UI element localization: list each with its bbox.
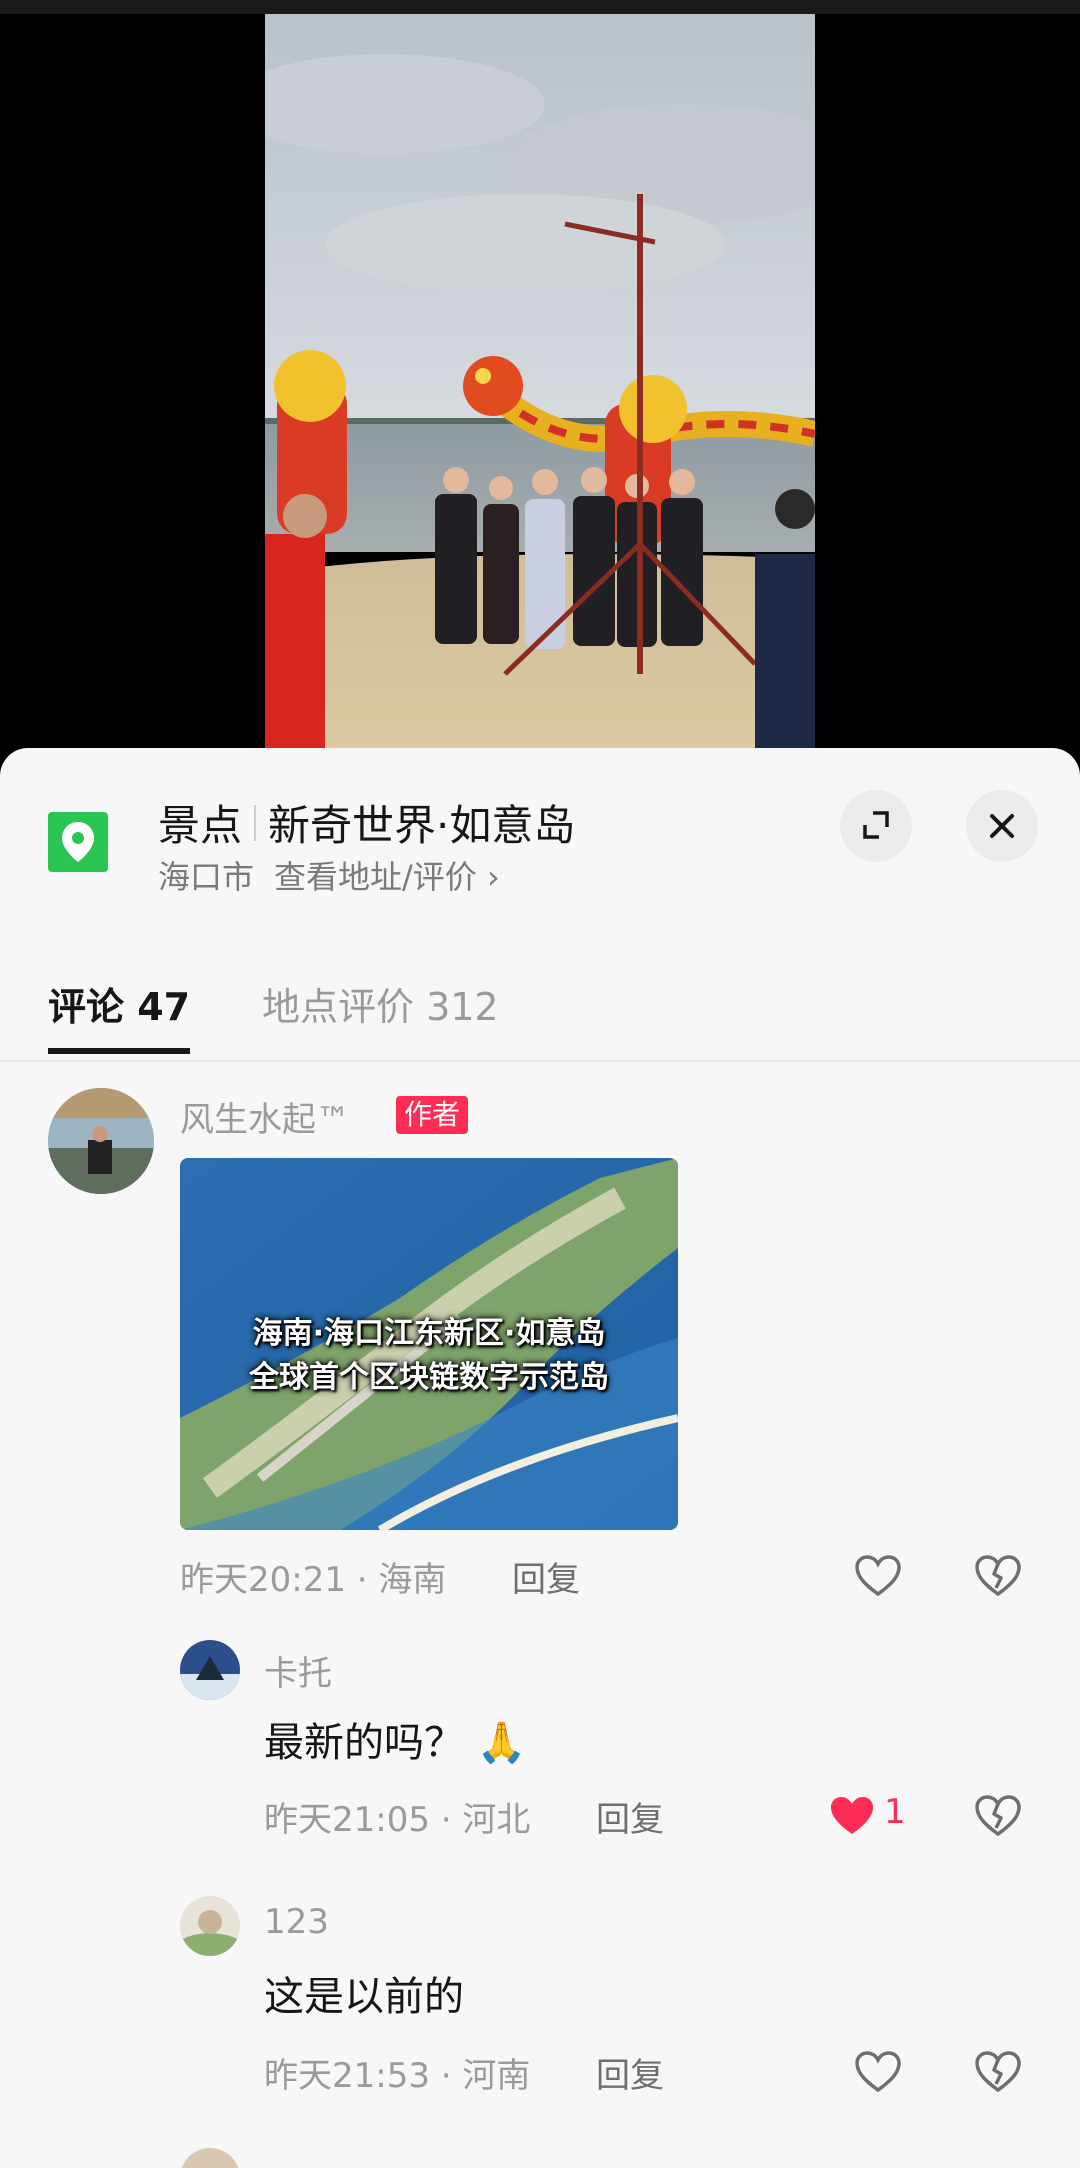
tab-place-reviews[interactable]: 地点评价 312 <box>262 948 499 1058</box>
reply-button[interactable]: 回复 <box>512 1552 580 1601</box>
comment-username[interactable]: 风生水起™ <box>180 1092 350 1141</box>
heart-outline-icon <box>855 2051 901 2093</box>
comment-text: 最新的吗？ 🙏 <box>264 1720 527 1766</box>
heart-outline-icon <box>855 1555 901 1597</box>
heart-filled-icon <box>831 1797 873 1834</box>
place-city: 海口市 <box>158 858 255 896</box>
pray-emoji: 🙏 <box>476 1720 527 1766</box>
comment-text: 这是以前的 <box>264 1974 464 2020</box>
comment-image[interactable]: 海南·海口江东新区·如意岛 全球首个区块链数字示范岛 <box>180 1158 678 1530</box>
title-divider <box>254 804 257 841</box>
comment-meta: 昨天21:53 · 河南 <box>264 2056 531 2096</box>
like-button[interactable] <box>850 1548 906 1604</box>
reply-button[interactable]: 回复 <box>596 2048 664 2097</box>
broken-heart-icon <box>975 1555 1021 1597</box>
comment-meta: 昨天20:21 · 海南 <box>180 1560 447 1600</box>
avatar[interactable] <box>180 1640 240 1700</box>
location-pin-icon <box>48 812 108 872</box>
expand-icon <box>863 811 889 839</box>
reply-button[interactable]: 回复 <box>596 1792 664 1841</box>
image-caption-line-1: 海南·海口江东新区·如意岛 <box>252 1316 606 1351</box>
like-button[interactable] <box>824 1788 880 1844</box>
like-count: 1 <box>884 1792 906 1832</box>
active-tab-indicator <box>48 1048 190 1054</box>
video-player[interactable] <box>265 14 815 754</box>
video-frame-image <box>265 14 815 754</box>
broken-heart-icon <box>975 1795 1021 1837</box>
dislike-button[interactable] <box>970 1788 1026 1844</box>
avatar-image <box>48 1088 154 1194</box>
dislike-button[interactable] <box>970 2044 1026 2100</box>
broken-heart-icon <box>975 2051 1021 2093</box>
tab-bar: 评论 47 地点评价 312 <box>0 948 1080 1062</box>
place-title[interactable]: 景点 新奇世界·如意岛 <box>158 792 575 853</box>
close-icon <box>990 814 1014 838</box>
author-badge: 作者 <box>396 1096 469 1134</box>
avatar[interactable] <box>180 2148 240 2168</box>
place-name: 新奇世界·如意岛 <box>268 801 576 850</box>
expand-button[interactable] <box>840 790 912 862</box>
avatar[interactable] <box>180 1896 240 1956</box>
place-subtitle: 海口市 查看地址/评价 › <box>158 852 500 898</box>
status-bar <box>0 0 1080 14</box>
avatar-image <box>180 1640 240 1700</box>
dislike-button[interactable] <box>970 1548 1026 1604</box>
tab-comments[interactable]: 评论 47 <box>48 948 190 1058</box>
like-button[interactable] <box>850 2044 906 2100</box>
comment-username[interactable]: 123 <box>264 1902 329 1942</box>
close-button[interactable] <box>966 790 1038 862</box>
place-category: 景点 <box>158 801 243 850</box>
avatar[interactable] <box>48 1088 154 1194</box>
location-sheet: 景点 新奇世界·如意岛 海口市 查看地址/评价 › 评论 47 地点评价 312 … <box>0 748 1080 2168</box>
comment-username[interactable]: 卡托 <box>264 1646 332 1695</box>
comment-meta: 昨天21:05 · 河北 <box>264 1800 531 1840</box>
view-address-link[interactable]: 查看地址/评价 › <box>274 858 500 896</box>
avatar-image <box>180 1896 240 1956</box>
image-caption-line-2: 全球首个区块链数字示范岛 <box>249 1360 609 1395</box>
